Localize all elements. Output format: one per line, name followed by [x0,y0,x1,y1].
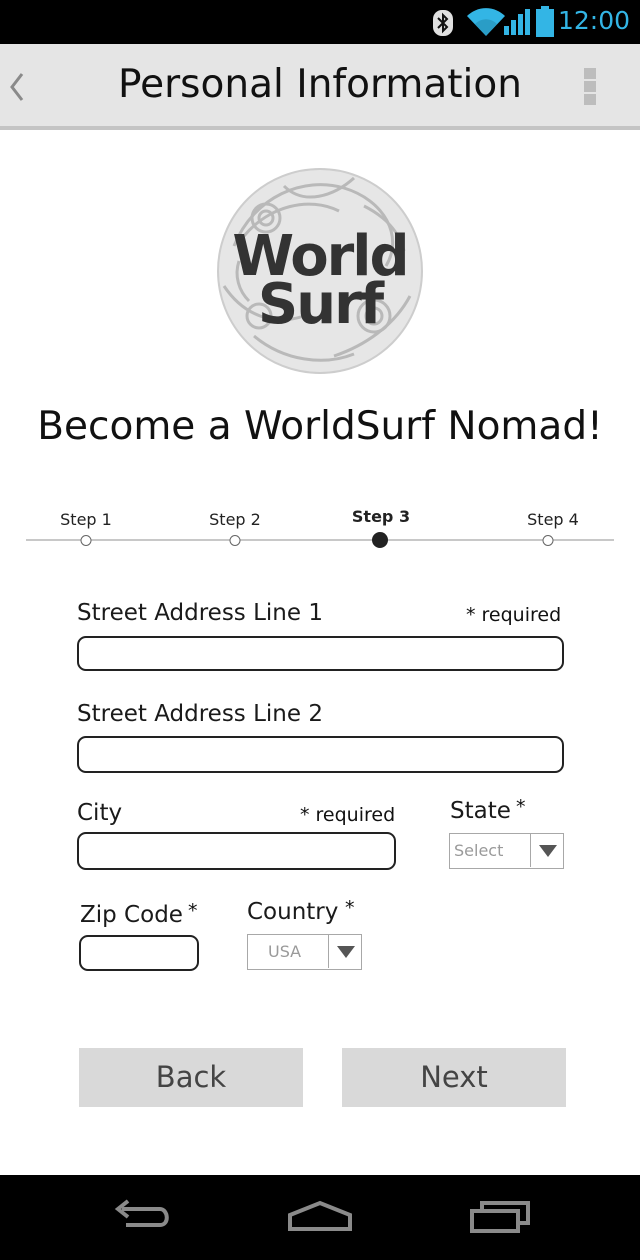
city-input[interactable] [77,832,396,870]
step-4-label: Step 4 [527,510,579,529]
street2-input[interactable] [77,736,564,773]
step-3-dot[interactable] [372,532,388,548]
logo-text-surf: Surf [257,272,384,337]
zip-label: Zip Code [80,902,183,928]
city-label: City [77,800,123,826]
stepper-line [26,539,614,541]
nav-home-icon[interactable] [286,1197,354,1235]
nav-recents-icon[interactable] [468,1197,532,1235]
back-button[interactable]: Back [79,1048,303,1107]
signal-icon [504,9,530,35]
nav-back-icon[interactable] [110,1197,174,1235]
country-select[interactable]: USA [247,934,362,970]
street1-label: Street Address Line 1 [77,600,323,626]
chevron-down-icon[interactable] [328,935,361,968]
country-select-value: USA [268,942,302,961]
country-asterisk: * [345,897,355,919]
step-2-dot[interactable] [229,535,241,546]
headline: Become a WorldSurf Nomad! [37,404,603,449]
street2-label: Street Address Line 2 [77,701,323,727]
worldsurf-logo: World Surf [214,166,426,376]
page-title: Personal Information [118,62,522,107]
status-time: 12:00 [557,6,630,35]
city-required-note: * required [300,804,396,826]
system-nav-bar [0,1175,640,1260]
street1-required-note: * required [466,604,562,626]
step-3-label: Step 3 [351,507,411,526]
step-1-dot[interactable] [80,535,92,546]
battery-icon [536,6,554,37]
street1-input[interactable] [77,636,564,671]
next-button[interactable]: Next [342,1048,566,1107]
zip-asterisk: * [188,900,198,922]
zip-input[interactable] [79,935,199,971]
overflow-menu-icon[interactable] [584,68,598,108]
step-4-dot[interactable] [542,535,554,546]
step-2-label: Step 2 [209,510,261,529]
state-select[interactable]: Select [449,833,564,869]
wifi-icon [467,8,505,36]
status-bar: 12:00 [0,0,640,44]
state-label: State [450,798,511,824]
state-select-value: Select [454,841,504,860]
bluetooth-icon [433,10,453,36]
chevron-down-icon[interactable] [530,834,563,867]
action-bar: Personal Information [0,44,640,130]
country-label: Country [247,899,339,925]
step-1-label: Step 1 [60,510,112,529]
state-asterisk: * [516,796,526,818]
